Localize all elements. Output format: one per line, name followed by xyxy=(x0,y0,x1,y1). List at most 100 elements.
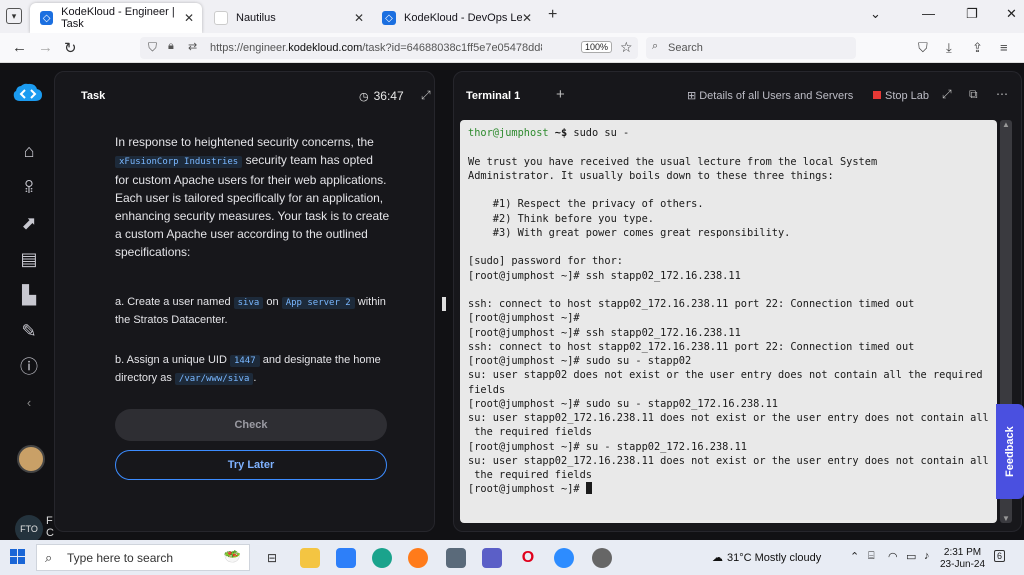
show-hidden-icons-icon[interactable]: ⌃ xyxy=(850,550,859,563)
tab-list-icon[interactable]: ▾ xyxy=(6,8,22,24)
zoom-level[interactable]: 100% xyxy=(581,41,613,53)
progress-icon[interactable]: ⬈ xyxy=(18,212,40,234)
tab-terminal-1[interactable]: Terminal 1 xyxy=(466,90,520,102)
username-code: siva xyxy=(233,297,264,309)
uid-code: 1447 xyxy=(229,355,260,367)
expand-terminal-icon[interactable]: ⤢ xyxy=(942,87,952,102)
terminal-line: [root@jumphost ~]# sudo su - stapp02_172… xyxy=(468,397,778,410)
weather-widget[interactable]: ☁ 31°C Mostly cloudy xyxy=(712,551,821,564)
tab-title: Nautilus xyxy=(236,12,276,24)
tab-nautilus[interactable]: Nautilus ✕ xyxy=(204,3,372,33)
avatar[interactable] xyxy=(17,445,45,473)
close-tab-icon[interactable]: ✕ xyxy=(184,11,194,25)
edge-icon[interactable] xyxy=(372,548,392,568)
try-later-button[interactable]: Try Later xyxy=(115,450,387,480)
close-tab-icon[interactable]: ✕ xyxy=(354,11,364,25)
cloud-icon: ☁ xyxy=(712,552,723,564)
opera-icon[interactable]: O xyxy=(518,548,538,568)
open-external-icon[interactable]: ⧉ xyxy=(969,87,978,102)
terminal-line: fields xyxy=(468,383,506,396)
terminal-line: the required fields xyxy=(468,469,592,481)
scroll-down-icon[interactable]: ▼ xyxy=(1002,514,1010,523)
extensions-icon[interactable]: ⇪ xyxy=(972,40,983,56)
terminal-screen[interactable]: thor@jumphost ~$ sudo su - We trust you … xyxy=(460,120,997,523)
file-explorer-icon[interactable] xyxy=(300,548,320,568)
task-header: Task xyxy=(81,90,106,102)
zoom-icon[interactable] xyxy=(554,548,574,568)
teams-icon[interactable] xyxy=(482,548,502,568)
kodekloud-favicon-icon: ◇ xyxy=(40,11,54,25)
terminal-line: [root@jumphost ~]# su - stapp02_172.16.2… xyxy=(468,440,747,453)
home-icon[interactable]: ⌂ xyxy=(18,140,40,162)
user-initials-badge[interactable]: FTO xyxy=(15,515,43,543)
notifications-icon[interactable]: 6 xyxy=(994,550,1006,562)
store-icon[interactable]: ▤ xyxy=(18,248,40,270)
search-bar[interactable]: ⌕ Search xyxy=(646,37,856,59)
bookmark-star-icon[interactable]: ☆ xyxy=(620,39,633,56)
microsoft-store-icon[interactable] xyxy=(336,548,356,568)
stop-lab-button[interactable]: Stop Lab xyxy=(873,90,929,102)
volume-icon[interactable]: ♪ xyxy=(924,550,930,562)
check-button[interactable]: Check xyxy=(115,409,387,441)
terminal-output: We trust you have received the usual lec… xyxy=(468,140,997,482)
notes-icon[interactable]: ✎ xyxy=(18,320,40,342)
terminal-line: Administrator. It usually boils down to … xyxy=(468,169,834,182)
wifi-icon[interactable]: ◠ xyxy=(888,550,898,563)
url-bar[interactable]: ⛉ 🔒︎ ⇄ https://engineer. kodekloud.com/ta… xyxy=(140,37,638,59)
menu-icon[interactable]: ≡ xyxy=(1000,40,1008,55)
path-icon[interactable]: ꕉ xyxy=(18,176,40,198)
close-window-icon[interactable]: ✕ xyxy=(1006,6,1017,22)
feedback-button[interactable]: Feedback xyxy=(996,404,1024,499)
windows-start-icon[interactable] xyxy=(10,549,25,564)
scroll-up-icon[interactable]: ▲ xyxy=(1002,120,1010,129)
tab-kodekloud-devops[interactable]: ◇ KodeKloud - DevOps Learning ✕ xyxy=(372,3,540,33)
reload-icon[interactable]: ↻ xyxy=(64,39,77,57)
kodekloud-logo-icon[interactable] xyxy=(13,80,43,106)
clock[interactable]: 2:31 PM 23-Jun-24 xyxy=(940,547,985,571)
calculator-icon[interactable] xyxy=(446,548,466,568)
back-icon[interactable]: ← xyxy=(12,39,27,56)
terminal-line: su: user stapp02_172.16.238.11 does not … xyxy=(468,454,989,467)
home-dir-code: /var/www/siva xyxy=(174,373,254,385)
tab-kodekloud-engineer[interactable]: ◇ KodeKloud - Engineer | Task ✕ xyxy=(30,3,202,33)
search-highlight-icon: 🥗 xyxy=(223,548,241,564)
list-all-tabs-icon[interactable]: ⌄ xyxy=(870,6,881,22)
info-icon[interactable]: ⓘ xyxy=(18,356,40,378)
pocket-icon[interactable]: ⛉ xyxy=(918,40,928,56)
shield-icon: ⛉ xyxy=(148,40,158,54)
close-tab-icon[interactable]: ✕ xyxy=(522,11,532,25)
terminal-command: sudo su - xyxy=(567,127,630,139)
snipping-tool-icon[interactable] xyxy=(592,548,612,568)
downloads-icon[interactable]: ⤓ xyxy=(946,40,952,56)
network-icon[interactable]: ⌸ xyxy=(868,550,875,563)
forward-icon[interactable]: → xyxy=(38,39,53,56)
panel-resize-handle[interactable] xyxy=(442,297,446,311)
terminal-line: #1) Respect the privacy of others. xyxy=(468,198,704,211)
task-step-b: b. Assign a unique UID 1447 and designat… xyxy=(115,354,381,385)
task-step-a: a. Create a user named siva on App serve… xyxy=(115,296,386,326)
terminal-line: #2) Think before you type. xyxy=(468,212,654,225)
add-terminal-icon[interactable]: + xyxy=(556,86,565,103)
expand-icon[interactable]: ⤢ xyxy=(421,88,431,103)
minimize-icon[interactable]: — xyxy=(922,6,935,21)
url-prefix: https://engineer. xyxy=(210,42,289,54)
battery-icon[interactable]: ▭ xyxy=(906,550,916,563)
taskbar-search-input[interactable]: ⌕ Type here to search 🥗 xyxy=(36,544,250,571)
restore-icon[interactable]: ❐ xyxy=(966,6,978,22)
terminal-line: [root@jumphost ~]# ssh stapp02_172.16.23… xyxy=(468,326,741,339)
terminal-line: We trust you have received the usual lec… xyxy=(468,155,878,168)
new-tab-icon[interactable]: + xyxy=(548,6,557,24)
task-view-icon[interactable]: ⊟ xyxy=(262,548,282,568)
leaderboard-icon[interactable]: ▙ xyxy=(18,284,40,306)
firefox-icon[interactable] xyxy=(408,548,428,568)
details-users-servers-link[interactable]: ⊞ Details of all Users and Servers xyxy=(687,89,853,102)
more-options-icon[interactable]: ⋯ xyxy=(996,87,1008,101)
company-code: xFusionCorp Industries xyxy=(115,156,243,168)
stop-icon xyxy=(873,91,881,99)
collapse-chevron-icon[interactable]: ‹ xyxy=(18,392,40,414)
task-description: In response to heightened security conce… xyxy=(115,135,390,259)
